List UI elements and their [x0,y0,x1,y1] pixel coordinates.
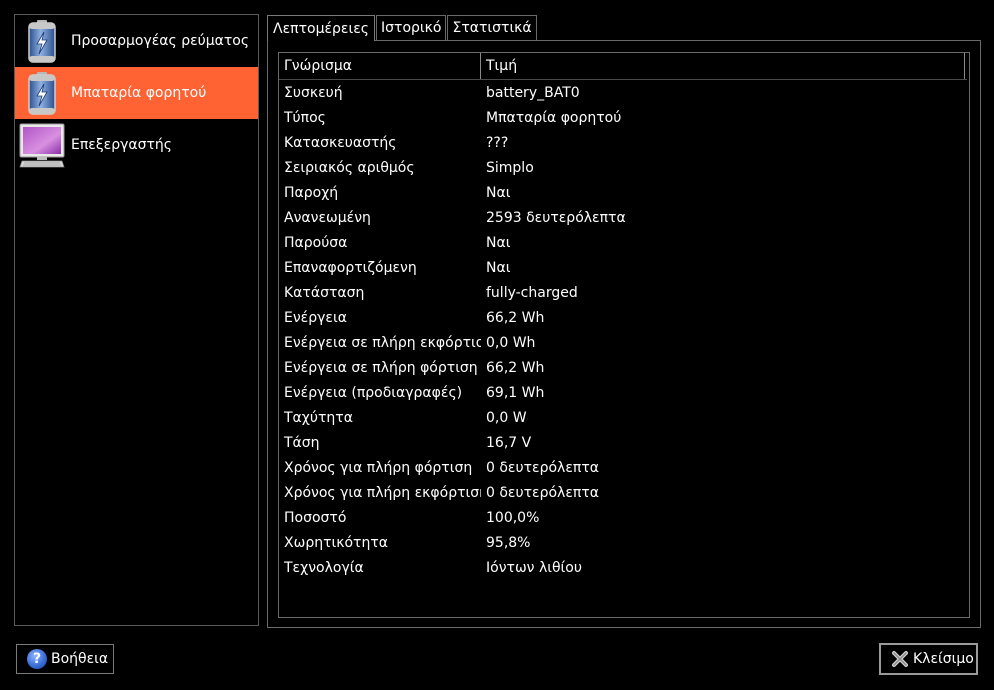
table-row[interactable]: Τεχνολογία Ιόντων λιθίου [279,555,967,580]
device-label: Επεξεργαστής [71,137,173,153]
computer-icon [17,119,67,171]
tab-history[interactable]: Ιστορικό [376,15,447,40]
table-row[interactable]: Συσκευή battery_BAT0 [279,80,967,105]
property-cell: Σειριακός αριθμός [284,159,415,176]
table-row[interactable]: Χωρητικότητα 95,8% [279,530,967,555]
property-cell: Ενέργεια σε πλήρη φόρτιση [284,359,478,376]
value-cell: 0,0 Wh [486,334,536,351]
help-button[interactable]: ? Βοήθεια [16,644,114,674]
property-cell: Παρούσα [284,234,348,251]
value-cell: ??? [486,134,509,151]
property-cell: Χρόνος για πλήρη εκφόρτιση [284,484,481,501]
table-row[interactable]: Τάση 16,7 V [279,430,967,455]
table-row[interactable]: Ενέργεια 66,2 Wh [279,305,967,330]
value-cell: 69,1 Wh [486,384,545,401]
property-cell: Παροχή [284,184,339,201]
property-cell: Ενέργεια (προδιαγραφές) [284,384,463,401]
close-button-label: Κλείσιμο [913,651,974,667]
help-button-label: Βοήθεια [51,651,109,667]
table-row[interactable]: Χρόνος για πλήρη εκφόρτιση 0 δευτερόλεπτα [279,480,967,505]
table-row[interactable]: Παροχή Ναι [279,180,967,205]
tab-bar: Λεπτομέρειες Ιστορικό Στατιστικά [267,15,538,41]
table-row[interactable]: Κατασκευαστής??? [279,130,967,155]
table-row[interactable]: Ταχύτητα 0,0 W [279,405,967,430]
table-row[interactable]: Σειριακός αριθμός Simplo [279,155,967,180]
property-cell: Χωρητικότητα [284,534,389,551]
table-row[interactable]: Ενέργεια σε πλήρη φόρτιση 66,2 Wh [279,355,967,380]
table-row[interactable]: Παρούσα Ναι [279,230,967,255]
table-row[interactable]: Ποσοστό 100,0% [279,505,967,530]
value-cell: 66,2 Wh [486,359,545,376]
property-cell: Επαναφορτιζόμενη [284,259,417,276]
table-row[interactable]: Επαναφορτιζόμενη Ναι [279,255,967,280]
property-cell: Ανανεωμένη [284,209,371,226]
property-cell: Κατασκευαστής [284,134,397,151]
value-cell: 66,2 Wh [486,309,545,326]
details-panel: Γνώρισμα Τιμή Συσκευή battery_BAT0 Τύπος Μπ… [267,40,981,628]
property-cell: Τύπος [284,109,326,126]
value-cell: 16,7 V [486,434,532,451]
value-cell: 95,8% [486,534,531,551]
details-table: Γνώρισμα Τιμή Συσκευή battery_BAT0 Τύπος Μπ… [278,52,970,618]
value-cell: 0 δευτερόλεπτα [486,484,599,501]
tab-statistics[interactable]: Στατιστικά [447,15,537,40]
value-cell: Ναι [486,184,511,201]
device-label: Μπαταρία φορητού [71,85,207,101]
battery-icon [17,67,67,119]
property-cell: Ταχύτητα [284,409,353,426]
help-icon: ? [27,649,47,669]
value-cell: Ναι [486,259,511,276]
power-statistics-window: Προσαρμογέας ρεύματος Μπαταρία φορητού Ε… [0,0,994,690]
table-row[interactable]: Ανανεωμένη 2593 δευτερόλεπτα [279,205,967,230]
column-header-value[interactable]: Τιμή [481,53,965,79]
table-row[interactable]: Ενέργεια (προδιαγραφές) 69,1 Wh [279,380,967,405]
value-cell: 2593 δευτερόλεπτα [486,209,626,226]
property-cell: Ποσοστό [284,509,347,526]
device-item-processor[interactable]: Επεξεργαστής [15,119,258,171]
value-cell: Ιόντων λιθίου [486,559,582,576]
table-row[interactable]: Κατάσταση fully-charged [279,280,967,305]
property-cell: Ενέργεια σε πλήρη εκφόρτιση [284,334,481,351]
property-cell: Ενέργεια [284,309,347,326]
property-cell: Χρόνος για πλήρη φόρτιση [284,459,473,476]
table-row[interactable]: Χρόνος για πλήρη φόρτιση 0 δευτερόλεπτα [279,455,967,480]
battery-icon [17,15,67,67]
table-row[interactable]: Τύπος Μπαταρία φορητού [279,105,967,130]
value-cell: Simplo [486,159,534,176]
value-cell: 0,0 W [486,409,527,426]
value-cell: fully-charged [486,284,578,301]
close-button[interactable]: Κλείσιμο [879,643,978,675]
value-cell: 0 δευτερόλεπτα [486,459,599,476]
device-item-ac-adapter[interactable]: Προσαρμογέας ρεύματος [15,15,258,67]
table-body: Συσκευή battery_BAT0 Τύπος Μπαταρία φορητού… [279,80,967,580]
value-cell: Ναι [486,234,511,251]
column-header-property[interactable]: Γνώρισμα [279,53,481,79]
device-list: Προσαρμογέας ρεύματος Μπαταρία φορητού Ε… [14,14,259,626]
table-row[interactable]: Ενέργεια σε πλήρη εκφόρτιση 0,0 Wh [279,330,967,355]
value-cell: battery_BAT0 [486,84,580,101]
device-item-laptop-battery[interactable]: Μπαταρία φορητού [15,67,258,119]
tab-details[interactable]: Λεπτομέρειες [267,15,376,41]
table-header: Γνώρισμα Τιμή [279,53,967,80]
property-cell: Συσκευή [284,84,343,101]
property-cell: Τάση [284,434,320,451]
value-cell: 100,0% [486,509,540,526]
value-cell: Μπαταρία φορητού [486,109,622,126]
close-icon [891,650,909,668]
property-cell: Κατάσταση [284,284,365,301]
device-label: Προσαρμογέας ρεύματος [71,33,250,49]
property-cell: Τεχνολογία [284,559,364,576]
